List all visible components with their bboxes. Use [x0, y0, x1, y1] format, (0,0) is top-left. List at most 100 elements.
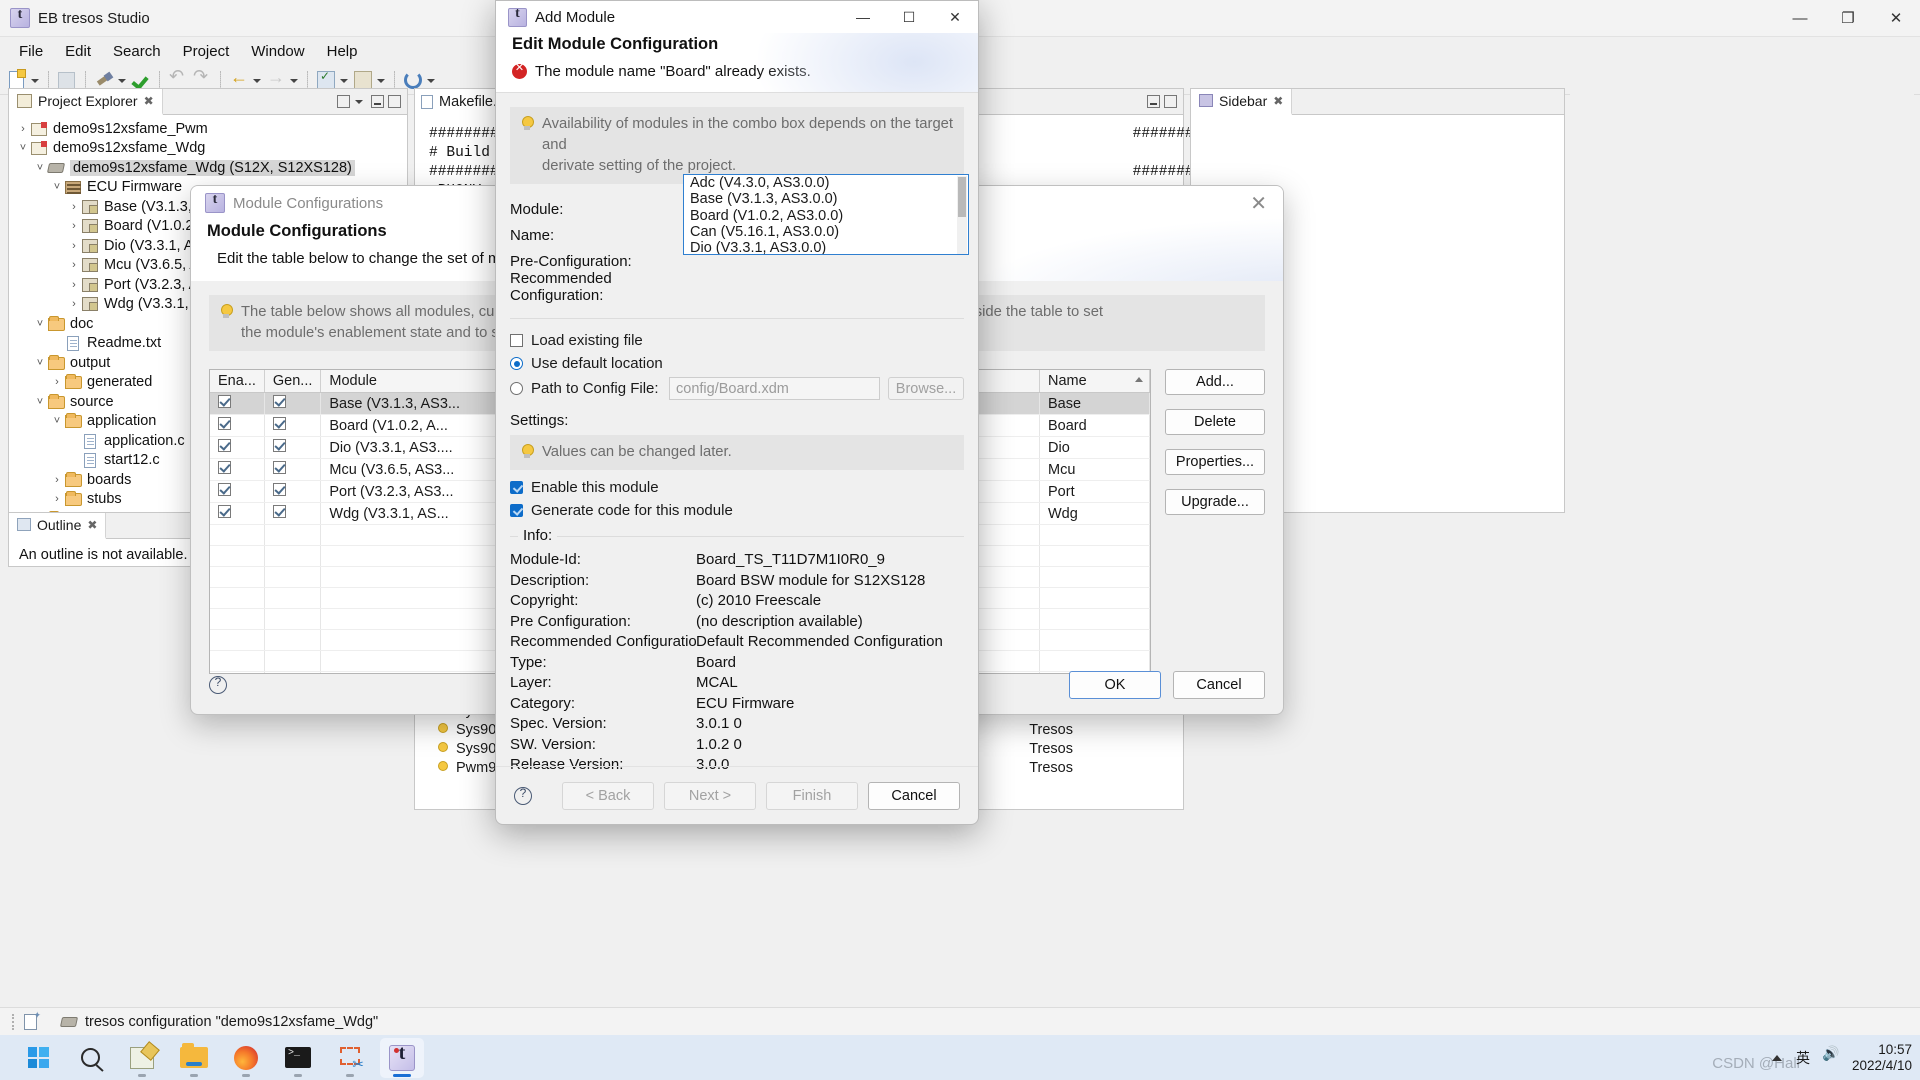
enabled-cell[interactable] [210, 481, 264, 503]
generate-cell[interactable] [264, 415, 321, 437]
generate-cell[interactable] [264, 393, 321, 415]
chevron-right-icon[interactable]: › [66, 240, 82, 252]
maximize-button[interactable]: ❐ [1824, 0, 1872, 37]
dropdown-option[interactable]: Adc (V4.3.0, AS3.0.0) [684, 175, 968, 191]
enabled-checkbox[interactable] [218, 483, 231, 496]
path-to-config-radio[interactable] [510, 382, 523, 395]
chevron-down-icon[interactable]: ˅ [32, 357, 48, 369]
delete-button[interactable]: Delete [1165, 409, 1265, 435]
forward-dropdown-icon[interactable] [289, 70, 300, 90]
close-button[interactable]: ✕ [932, 1, 978, 33]
help-icon[interactable] [514, 787, 532, 805]
chevron-right-icon[interactable]: › [49, 376, 65, 388]
enabled-cell[interactable] [210, 503, 264, 525]
minimize-panel-icon[interactable] [371, 95, 384, 108]
volume-icon[interactable] [1824, 1051, 1838, 1065]
back-dropdown-icon[interactable] [252, 70, 263, 90]
use-default-location-row[interactable]: Use default location [510, 352, 964, 375]
enable-module-row[interactable]: Enable this module [510, 476, 964, 499]
snipping-tool-icon[interactable] [328, 1038, 372, 1078]
close-icon[interactable]: ✖ [1273, 94, 1283, 108]
chevron-right-icon[interactable]: › [66, 298, 82, 310]
notepad-icon[interactable] [120, 1038, 164, 1078]
load-existing-file-checkbox[interactable] [510, 334, 523, 347]
use-default-location-radio[interactable] [510, 357, 523, 370]
tresos-studio-icon[interactable] [380, 1038, 424, 1078]
chevron-right-icon[interactable]: › [66, 201, 82, 213]
generate-cell[interactable] [264, 481, 321, 503]
enabled-cell[interactable] [210, 437, 264, 459]
next-button[interactable]: Next > [664, 782, 756, 810]
column-header[interactable]: Gen... [264, 370, 321, 393]
back-button[interactable]: < Back [562, 782, 654, 810]
load-existing-file-row[interactable]: Load existing file [510, 329, 964, 352]
menu-file[interactable]: File [8, 40, 54, 63]
chevron-right-icon[interactable]: › [15, 123, 31, 135]
cancel-button[interactable]: Cancel [1173, 671, 1265, 699]
dropdown-scrollbar-thumb[interactable] [958, 177, 966, 217]
chevron-down-icon[interactable]: ˅ [49, 181, 65, 193]
minimize-editor-icon[interactable] [1147, 95, 1160, 108]
browse-button[interactable]: Browse... [888, 377, 964, 400]
generate-code-checkbox[interactable] [510, 504, 523, 517]
enabled-checkbox[interactable] [218, 417, 231, 430]
collapse-all-icon[interactable] [337, 95, 350, 108]
chevron-down-icon[interactable]: ˅ [49, 415, 65, 427]
minimize-button[interactable]: — [840, 1, 886, 33]
dropdown-scrollbar[interactable] [957, 176, 967, 255]
enabled-cell[interactable] [210, 415, 264, 437]
maximize-editor-icon[interactable] [1164, 95, 1177, 108]
properties-button[interactable]: Properties... [1165, 449, 1265, 475]
minimize-button[interactable]: — [1776, 0, 1824, 37]
tree-item[interactable]: ˅demo9s12xsfame_Wdg [9, 139, 407, 159]
column-header[interactable]: Name [1040, 370, 1150, 393]
help-icon[interactable] [209, 676, 227, 694]
show-hidden-icons-icon[interactable] [1772, 1055, 1782, 1061]
maximize-button[interactable]: ☐ [886, 1, 932, 33]
enabled-checkbox[interactable] [218, 395, 231, 408]
file-explorer-icon[interactable] [172, 1038, 216, 1078]
chevron-down-icon[interactable]: ˅ [15, 142, 31, 154]
module-dropdown-list[interactable]: Adc (V4.3.0, AS3.0.0)Base (V3.1.3, AS3.0… [683, 174, 969, 255]
enabled-checkbox[interactable] [218, 461, 231, 474]
ok-button[interactable]: OK [1069, 671, 1161, 699]
chevron-right-icon[interactable]: › [66, 220, 82, 232]
chevron-right-icon[interactable]: › [66, 259, 82, 271]
path-to-config-input[interactable]: config/Board.xdm [669, 377, 880, 400]
close-icon[interactable]: ✖ [87, 518, 97, 532]
chevron-down-icon[interactable]: ˅ [32, 396, 48, 408]
menu-edit[interactable]: Edit [54, 40, 102, 63]
add-button[interactable]: Add... [1165, 369, 1265, 395]
dropdown-option[interactable]: Dio (V3.3.1, AS3.0.0) [684, 240, 968, 255]
chevron-down-icon[interactable]: ˅ [32, 318, 48, 330]
generate-checkbox[interactable] [273, 395, 286, 408]
chevron-down-icon[interactable]: ˅ [32, 162, 48, 174]
generate-dropdown-icon[interactable] [339, 70, 350, 90]
tab-project-explorer[interactable]: Project Explorer ✖ [9, 89, 163, 115]
tree-item[interactable]: ›demo9s12xsfame_Pwm [9, 119, 407, 139]
new-dropdown-icon[interactable] [30, 70, 41, 90]
enabled-checkbox[interactable] [218, 505, 231, 518]
menu-help[interactable]: Help [316, 40, 369, 63]
column-header[interactable]: Ena... [210, 370, 264, 393]
chevron-right-icon[interactable]: › [66, 279, 82, 291]
enabled-cell[interactable] [210, 393, 264, 415]
menu-search[interactable]: Search [102, 40, 172, 63]
view-menu-icon[interactable] [354, 95, 367, 108]
generate-checkbox[interactable] [273, 483, 286, 496]
sync-dropdown-icon[interactable] [426, 70, 437, 90]
enabled-cell[interactable] [210, 459, 264, 481]
dropdown-option[interactable]: Base (V3.1.3, AS3.0.0) [684, 191, 968, 207]
close-icon[interactable]: ✕ [1250, 191, 1267, 216]
menu-project[interactable]: Project [172, 40, 241, 63]
upgrade-button[interactable]: Upgrade... [1165, 489, 1265, 515]
path-to-config-row[interactable]: Path to Config File: config/Board.xdm Br… [510, 377, 964, 400]
generate-code-row[interactable]: Generate code for this module [510, 499, 964, 522]
build-dropdown-icon[interactable] [117, 70, 128, 90]
generate-checkbox[interactable] [273, 439, 286, 452]
maximize-panel-icon[interactable] [388, 95, 401, 108]
enabled-checkbox[interactable] [218, 439, 231, 452]
windows-start-icon[interactable] [16, 1038, 60, 1078]
enable-module-checkbox[interactable] [510, 481, 523, 494]
clock[interactable]: 10:57 2022/4/10 [1852, 1042, 1912, 1074]
